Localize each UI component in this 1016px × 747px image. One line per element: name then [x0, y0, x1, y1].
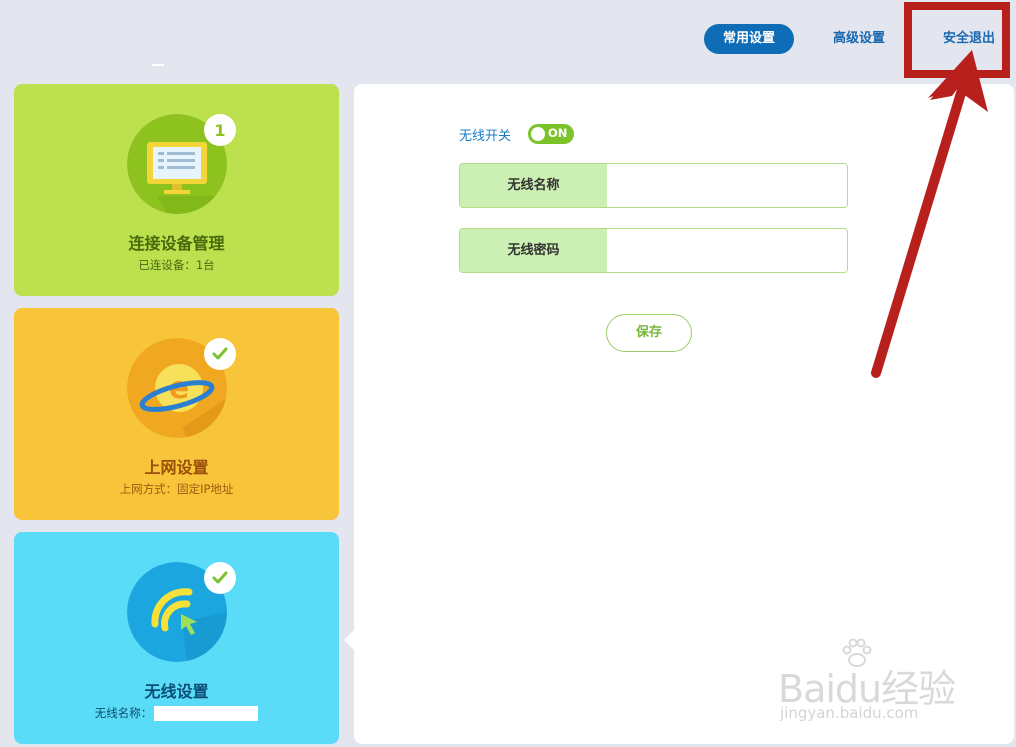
watermark-url: jingyan.baidu.com [780, 704, 919, 722]
check-icon [204, 562, 236, 594]
device-count-badge: 1 [204, 114, 236, 146]
card-internet-settings[interactable]: e 上网设置 上网方式：固定IP地址 [14, 308, 339, 520]
ssid-label: 无线名称： [94, 706, 153, 720]
card-subtitle: 无线名称： [14, 705, 339, 721]
panel-pointer [344, 630, 354, 650]
card-title: 连接设备管理 [128, 234, 225, 253]
wifi-switch-label: 无线开关 [459, 129, 512, 144]
card-subtitle: 已连设备：1台 [138, 258, 215, 272]
card-subtitle: 上网方式：固定IP地址 [119, 482, 234, 496]
check-icon [204, 338, 236, 370]
baidu-watermark: Baidu经验 jingyan.baidu.com [778, 630, 968, 730]
password-field: 无线密码 [459, 228, 848, 273]
ssid-label: 无线名称 [460, 164, 607, 207]
ssid-input[interactable] [607, 164, 847, 207]
toggle-state: ON [548, 126, 568, 140]
save-button[interactable]: 保存 [606, 314, 692, 352]
ssid-field: 无线名称 [459, 163, 848, 208]
nav-common-settings[interactable]: 常用设置 [704, 24, 794, 54]
wifi-toggle[interactable]: ON [528, 124, 574, 144]
card-title: 上网设置 [144, 458, 209, 477]
password-input[interactable] [607, 229, 847, 272]
decor-line [152, 64, 164, 66]
card-device-management[interactable]: 1 连接设备管理 已连设备：1台 [14, 84, 339, 296]
card-wireless-settings[interactable]: 无线设置 无线名称： [14, 532, 339, 744]
toggle-knob [531, 127, 545, 141]
ssid-redacted [154, 706, 259, 721]
annotation-arrow-icon [871, 50, 988, 378]
password-label: 无线密码 [460, 229, 607, 272]
card-title: 无线设置 [144, 682, 209, 701]
